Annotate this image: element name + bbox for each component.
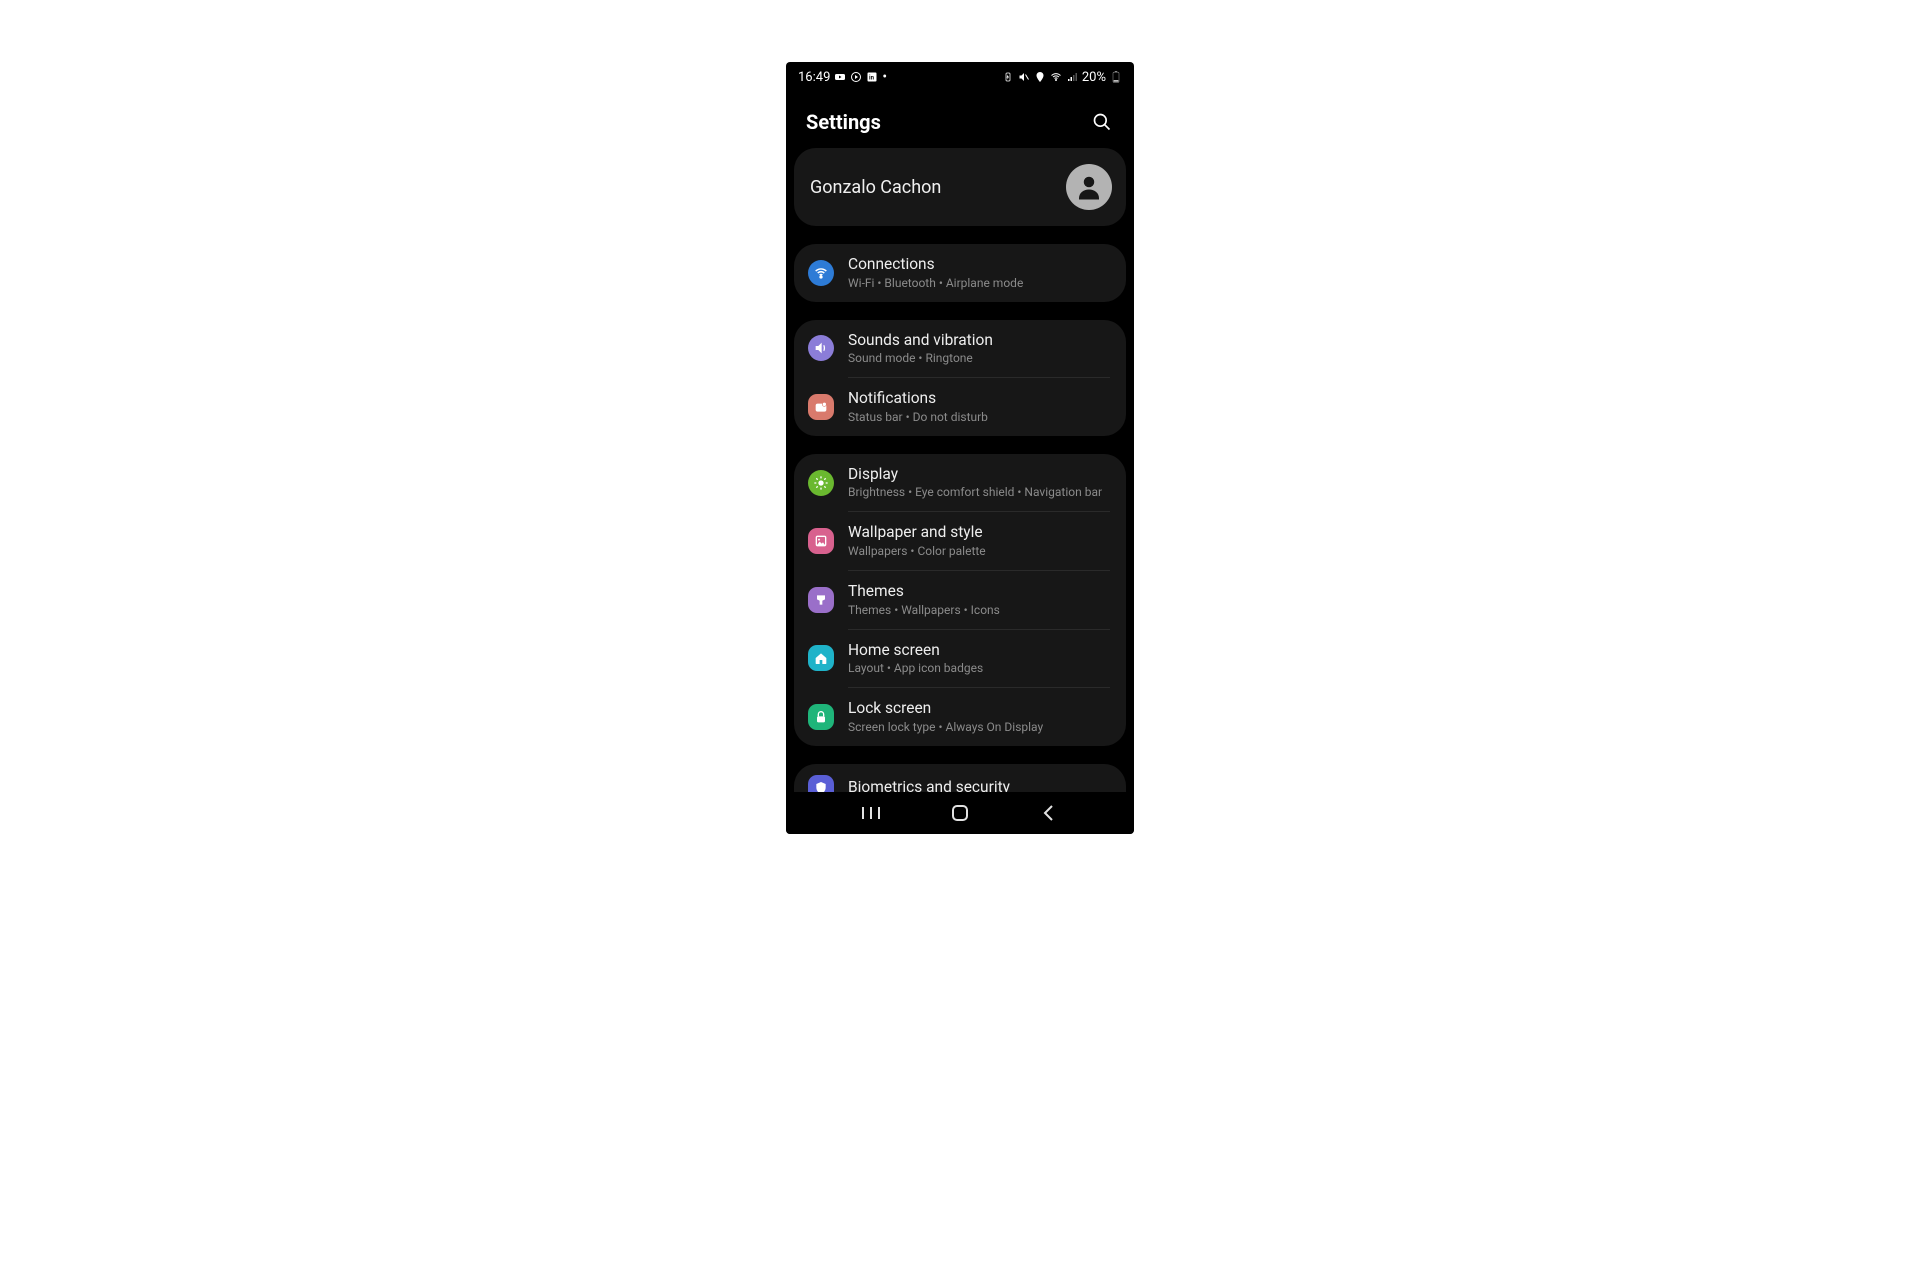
wifi-circle-icon [808,260,834,286]
settings-item-themes[interactable]: Themes Themes • Wallpapers • Icons [794,571,1126,629]
item-subtitle: Status bar • Do not disturb [848,410,1110,425]
settings-group-sound: Sounds and vibration Sound mode • Ringto… [794,320,1126,436]
item-subtitle: Wi-Fi • Bluetooth • Airplane mode [848,276,1110,291]
item-title: Notifications [848,389,1110,408]
profile-name: Gonzalo Cachon [810,177,941,198]
item-subtitle: Brightness • Eye comfort shield • Naviga… [848,485,1110,500]
item-title: Sounds and vibration [848,331,1110,350]
item-title: Biometrics and security [848,778,1110,792]
status-bar: 16:49 in • [786,62,1134,92]
item-subtitle: Screen lock type • Always On Display [848,720,1110,735]
item-title: Home screen [848,641,1110,660]
settings-group-connections: Connections Wi-Fi • Bluetooth • Airplane… [794,244,1126,302]
settings-item-wallpaper[interactable]: Wallpaper and style Wallpapers • Color p… [794,512,1126,570]
item-subtitle: Layout • App icon badges [848,661,1110,676]
settings-item-connections[interactable]: Connections Wi-Fi • Bluetooth • Airplane… [794,244,1126,302]
location-icon [1034,71,1046,83]
recents-button[interactable] [841,805,901,821]
settings-group-display: Display Brightness • Eye comfort shield … [794,454,1126,746]
home-button[interactable] [930,804,990,822]
mute-icon [1018,71,1030,83]
item-title: Connections [848,255,1110,274]
shield-icon [808,775,834,792]
battery-saver-icon [1002,71,1014,83]
settings-item-biometrics[interactable]: Biometrics and security [794,764,1126,792]
notifications-icon [808,394,834,420]
status-time: 16:49 [798,70,830,85]
item-title: Display [848,465,1110,484]
settings-item-lock-screen[interactable]: Lock screen Screen lock type • Always On… [794,688,1126,746]
settings-item-display[interactable]: Display Brightness • Eye comfort shield … [794,454,1126,512]
wallpaper-icon [808,528,834,554]
lock-icon [808,704,834,730]
settings-item-sounds[interactable]: Sounds and vibration Sound mode • Ringto… [794,320,1126,378]
more-notif-icon: • [882,70,887,84]
back-button[interactable] [1019,804,1079,822]
avatar [1066,164,1112,210]
item-title: Lock screen [848,699,1110,718]
home-icon [808,645,834,671]
signal-icon [1066,71,1078,83]
phone-frame: 16:49 in • [786,62,1134,834]
settings-scroll-area[interactable]: Settings Gonzalo Cachon Connections Wi-F… [786,92,1134,792]
search-button[interactable] [1090,110,1114,134]
themes-icon [808,587,834,613]
brightness-icon [808,470,834,496]
android-nav-bar [786,792,1134,834]
item-subtitle: Themes • Wallpapers • Icons [848,603,1110,618]
svg-text:in: in [869,75,875,82]
item-subtitle: Wallpapers • Color palette [848,544,1110,559]
volume-icon [808,335,834,361]
settings-header: Settings [790,92,1130,148]
wifi-icon [1050,71,1062,83]
item-title: Wallpaper and style [848,523,1110,542]
settings-group-security: Biometrics and security [794,764,1126,792]
item-subtitle: Sound mode • Ringtone [848,351,1110,366]
settings-item-notifications[interactable]: Notifications Status bar • Do not distur… [794,378,1126,436]
app-notif-icon [850,71,862,83]
battery-percentage: 20% [1082,70,1106,85]
profile-card[interactable]: Gonzalo Cachon [794,148,1126,226]
youtube-icon [834,71,846,83]
item-title: Themes [848,582,1110,601]
page-title: Settings [806,110,881,134]
linkedin-icon: in [866,71,878,83]
battery-icon [1110,71,1122,83]
settings-item-home-screen[interactable]: Home screen Layout • App icon badges [794,630,1126,688]
